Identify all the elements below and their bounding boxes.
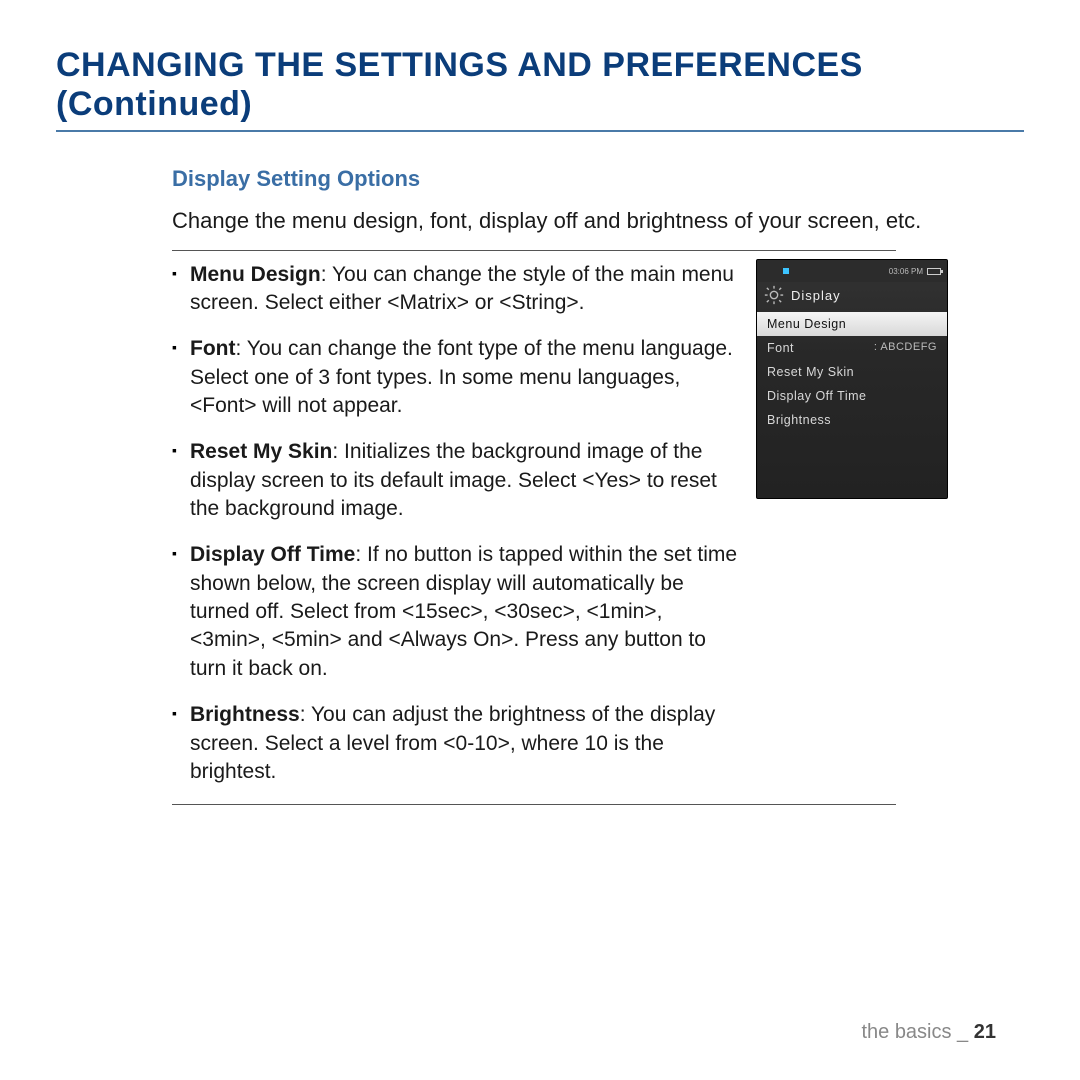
device-screenshot: 03:06 PM Display Menu Design Font: ABCDE… (756, 259, 948, 499)
device-menu-item[interactable]: Brightness (757, 408, 947, 432)
bottom-rule (172, 804, 896, 805)
top-rule (172, 250, 896, 251)
bullet-item: Brightness: You can adjust the brightnes… (172, 701, 742, 786)
device-menu-item[interactable]: Menu Design (757, 312, 947, 336)
bullet-list: Menu Design: You can change the style of… (172, 261, 742, 787)
footer-section: the basics _ (861, 1021, 973, 1043)
device-title: Display (791, 288, 841, 303)
device-menu-item[interactable]: Display Off Time (757, 384, 947, 408)
bullet-item: Display Off Time: If no button is tapped… (172, 541, 742, 683)
page-footer: the basics _ 21 (861, 1021, 996, 1044)
device-clock: 03:06 PM (889, 267, 923, 276)
device-header: Display (757, 282, 947, 312)
footer-page-number: 21 (974, 1021, 996, 1043)
battery-icon (927, 268, 941, 275)
bullet-item: Reset My Skin: Initializes the backgroun… (172, 438, 742, 523)
bullet-item: Font: You can change the font type of th… (172, 335, 742, 420)
subheading: Display Setting Options (172, 166, 1024, 192)
device-menu: Menu Design Font: ABCDEFG Reset My Skin … (757, 312, 947, 432)
status-indicator-icon (783, 268, 789, 274)
gear-icon (763, 284, 785, 306)
bullet-item: Menu Design: You can change the style of… (172, 261, 742, 318)
page-title: CHANGING THE SETTINGS AND PREFERENCES (C… (56, 46, 1024, 132)
intro-text: Change the menu design, font, display of… (172, 206, 1024, 236)
device-menu-item[interactable]: Font: ABCDEFG (757, 336, 947, 360)
device-status-bar: 03:06 PM (757, 260, 947, 282)
content-area: Display Setting Options Change the menu … (56, 166, 1024, 805)
device-menu-item[interactable]: Reset My Skin (757, 360, 947, 384)
